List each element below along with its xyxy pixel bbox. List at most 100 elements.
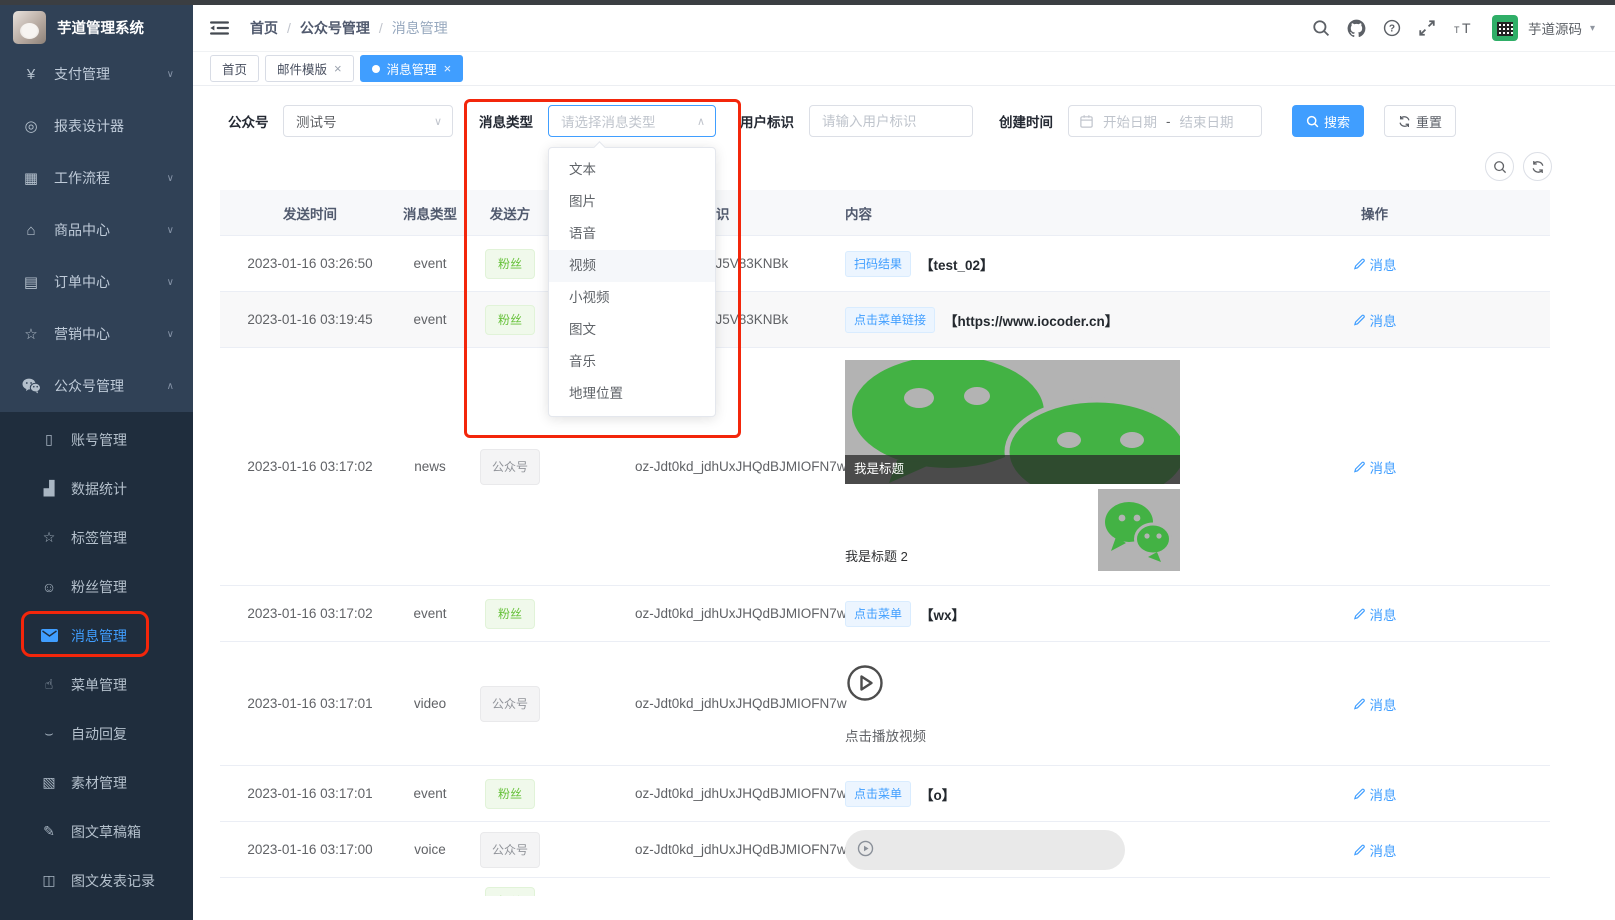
sender-badge: 粉丝	[485, 249, 535, 279]
dropdown-option[interactable]: 图片	[549, 186, 715, 218]
dropdown-option[interactable]: 小视频	[549, 282, 715, 314]
breadcrumb-mp-management[interactable]: 公众号管理	[300, 18, 370, 38]
message-action-link[interactable]: 消息	[1353, 694, 1397, 714]
breadcrumb-home[interactable]: 首页	[250, 18, 278, 38]
sender-badge: 粉丝	[485, 887, 535, 896]
yen-icon: ¥	[21, 66, 41, 83]
sidebar-subitem-label: 菜单管理	[71, 675, 127, 695]
sidebar-item-label: 工作流程	[54, 168, 110, 188]
content-event-tag: 点击菜单	[845, 601, 911, 627]
message-action-link[interactable]: 消息	[1353, 784, 1397, 804]
cell-sender: 粉丝	[460, 249, 560, 279]
dropdown-option[interactable]: 地理位置	[549, 378, 715, 410]
date-range-separator: -	[1166, 114, 1171, 129]
message-type-placeholder: 请选择消息类型	[561, 111, 656, 131]
voice-player[interactable]	[845, 830, 1125, 870]
dropdown-option[interactable]: 语音	[549, 218, 715, 250]
sidebar-item-payment[interactable]: ¥支付管理∨	[0, 48, 193, 100]
user-openid: dJ5V83KNBk	[708, 312, 788, 327]
github-icon[interactable]	[1347, 19, 1366, 38]
search-button[interactable]: 搜索	[1292, 105, 1364, 137]
content-text: 【o】	[920, 788, 955, 803]
close-tab-icon[interactable]: ×	[334, 62, 342, 75]
svg-text:T: T	[1462, 20, 1471, 36]
sidebar-item-order-center[interactable]: ▤订单中心∨	[0, 256, 193, 308]
sidebar-subitem-fans[interactable]: ☺粉丝管理	[0, 562, 193, 611]
dropdown-option[interactable]: 图文	[549, 314, 715, 346]
breadcrumb-separator: /	[379, 20, 383, 36]
material-icon: ▧	[39, 774, 59, 791]
sidebar-subitem-label: 素材管理	[71, 773, 127, 793]
cell-sender: 粉丝	[460, 599, 560, 629]
pencil-icon	[1353, 607, 1366, 620]
collapse-sidebar-icon[interactable]	[210, 20, 229, 36]
cell-actions: 消息	[1199, 457, 1550, 477]
user-name[interactable]: 芋道源码	[1528, 18, 1582, 38]
tab-mail-template[interactable]: 邮件模版×	[265, 55, 354, 82]
statistics-icon: ▟	[39, 480, 59, 497]
sidebar-item-product-center[interactable]: ⌂商品中心∨	[0, 204, 193, 256]
cell-send-time: 2023-01-16 03:26:50	[220, 256, 400, 271]
dropdown-option[interactable]: 音乐	[549, 346, 715, 378]
user-id-input[interactable]	[809, 105, 973, 137]
search-icon[interactable]	[1312, 19, 1330, 37]
table-row: 2023-01-16 03:17:00voice公众号oz-Jdt0kd_jdh…	[220, 822, 1550, 878]
date-range-picker[interactable]: 开始日期 - 结束日期	[1068, 105, 1262, 137]
close-tab-icon[interactable]: ×	[444, 62, 452, 75]
marketing-icon: ☆	[21, 325, 41, 343]
pencil-icon	[1353, 843, 1366, 856]
sidebar-item-marketing-center[interactable]: ☆营销中心∨	[0, 308, 193, 360]
show-search-toggle-button[interactable]	[1485, 152, 1514, 181]
cell-message-type: video	[400, 696, 460, 711]
account-select[interactable]: 测试号 ∨	[283, 105, 453, 137]
app-logo[interactable]: 芋道管理系统	[0, 0, 193, 48]
dropdown-option[interactable]: 视频	[549, 250, 715, 282]
message-action-link[interactable]: 消息	[1353, 840, 1397, 860]
message-action-link[interactable]: 消息	[1353, 604, 1397, 624]
end-date-placeholder[interactable]: 结束日期	[1180, 111, 1234, 131]
cell-sender: 粉丝	[460, 779, 560, 809]
dropdown-option[interactable]: 文本	[549, 154, 715, 186]
sidebar-subitem-message[interactable]: 消息管理	[0, 611, 193, 660]
sidebar-item-workflow[interactable]: ▦工作流程∨	[0, 152, 193, 204]
cell-user-id: oz-Jdt0kd_jdhUxJHQdBJMIOFN7w	[560, 842, 845, 857]
message-icon	[39, 629, 59, 642]
play-video-button[interactable]	[845, 663, 885, 706]
message-type-select[interactable]: 请选择消息类型 ∧	[548, 105, 716, 137]
search-icon	[1493, 160, 1507, 174]
fullscreen-icon[interactable]	[1418, 19, 1436, 37]
sidebar-subitem-tag[interactable]: ☆标签管理	[0, 513, 193, 562]
sidebar-item-report-designer[interactable]: ◎报表设计器	[0, 100, 193, 152]
message-action-link[interactable]: 消息	[1353, 310, 1397, 330]
sidebar-subitem-publish-record[interactable]: ◫图文发表记录	[0, 856, 193, 905]
user-openid: oz-Jdt0kd_jdhUxJHQdBJMIOFN7w	[635, 459, 847, 474]
sidebar-subitem-statistics[interactable]: ▟数据统计	[0, 464, 193, 513]
start-date-placeholder[interactable]: 开始日期	[1103, 111, 1157, 131]
svg-text:T: T	[1454, 25, 1460, 35]
cell-content: 点击菜单【wx】	[845, 601, 1199, 627]
sidebar-subitem-menu[interactable]: ☝菜单管理	[0, 660, 193, 709]
sidebar-subitem-account[interactable]: ▯账号管理	[0, 415, 193, 464]
sidebar-subitem-material[interactable]: ▧ 素材管理	[0, 758, 193, 807]
news-article-card[interactable]: 我是标题	[845, 360, 1180, 484]
user-menu-caret-icon[interactable]: ▾	[1590, 23, 1595, 34]
message-action-link[interactable]: 消息	[1353, 457, 1397, 477]
tab-home[interactable]: 首页	[210, 55, 259, 82]
user-openid: oz-Jdt0kd_jdhUxJHQdBJMIOFN7w	[635, 786, 847, 801]
news-article-item[interactable]: 我是标题 2	[845, 489, 1180, 571]
sidebar-item-mp-management[interactable]: 公众号管理∧	[0, 360, 193, 412]
refresh-table-button[interactable]	[1523, 152, 1552, 181]
help-icon[interactable]: ?	[1383, 19, 1401, 37]
reset-button[interactable]: 重置	[1384, 105, 1456, 137]
tab-message-management[interactable]: 消息管理×	[360, 55, 464, 82]
message-action-link[interactable]: 消息	[1353, 254, 1397, 274]
sidebar-subitem-label: 消息管理	[71, 626, 127, 646]
cell-send-time: 2023-01-16 03:17:02	[220, 459, 400, 474]
filter-bar: 公众号 测试号 ∨ 消息类型 请选择消息类型 ∧ 用户标识 创建时间 开始	[228, 105, 1456, 137]
sidebar-subitem-auto-reply[interactable]: ⌣自动回复	[0, 709, 193, 758]
content-event-tag: 点击菜单	[845, 781, 911, 807]
account-filter-label: 公众号	[228, 111, 272, 131]
font-size-icon[interactable]: TT	[1453, 20, 1475, 36]
sidebar-subitem-draft-box[interactable]: ✎图文草稿箱	[0, 807, 193, 856]
user-avatar[interactable]	[1492, 15, 1518, 41]
